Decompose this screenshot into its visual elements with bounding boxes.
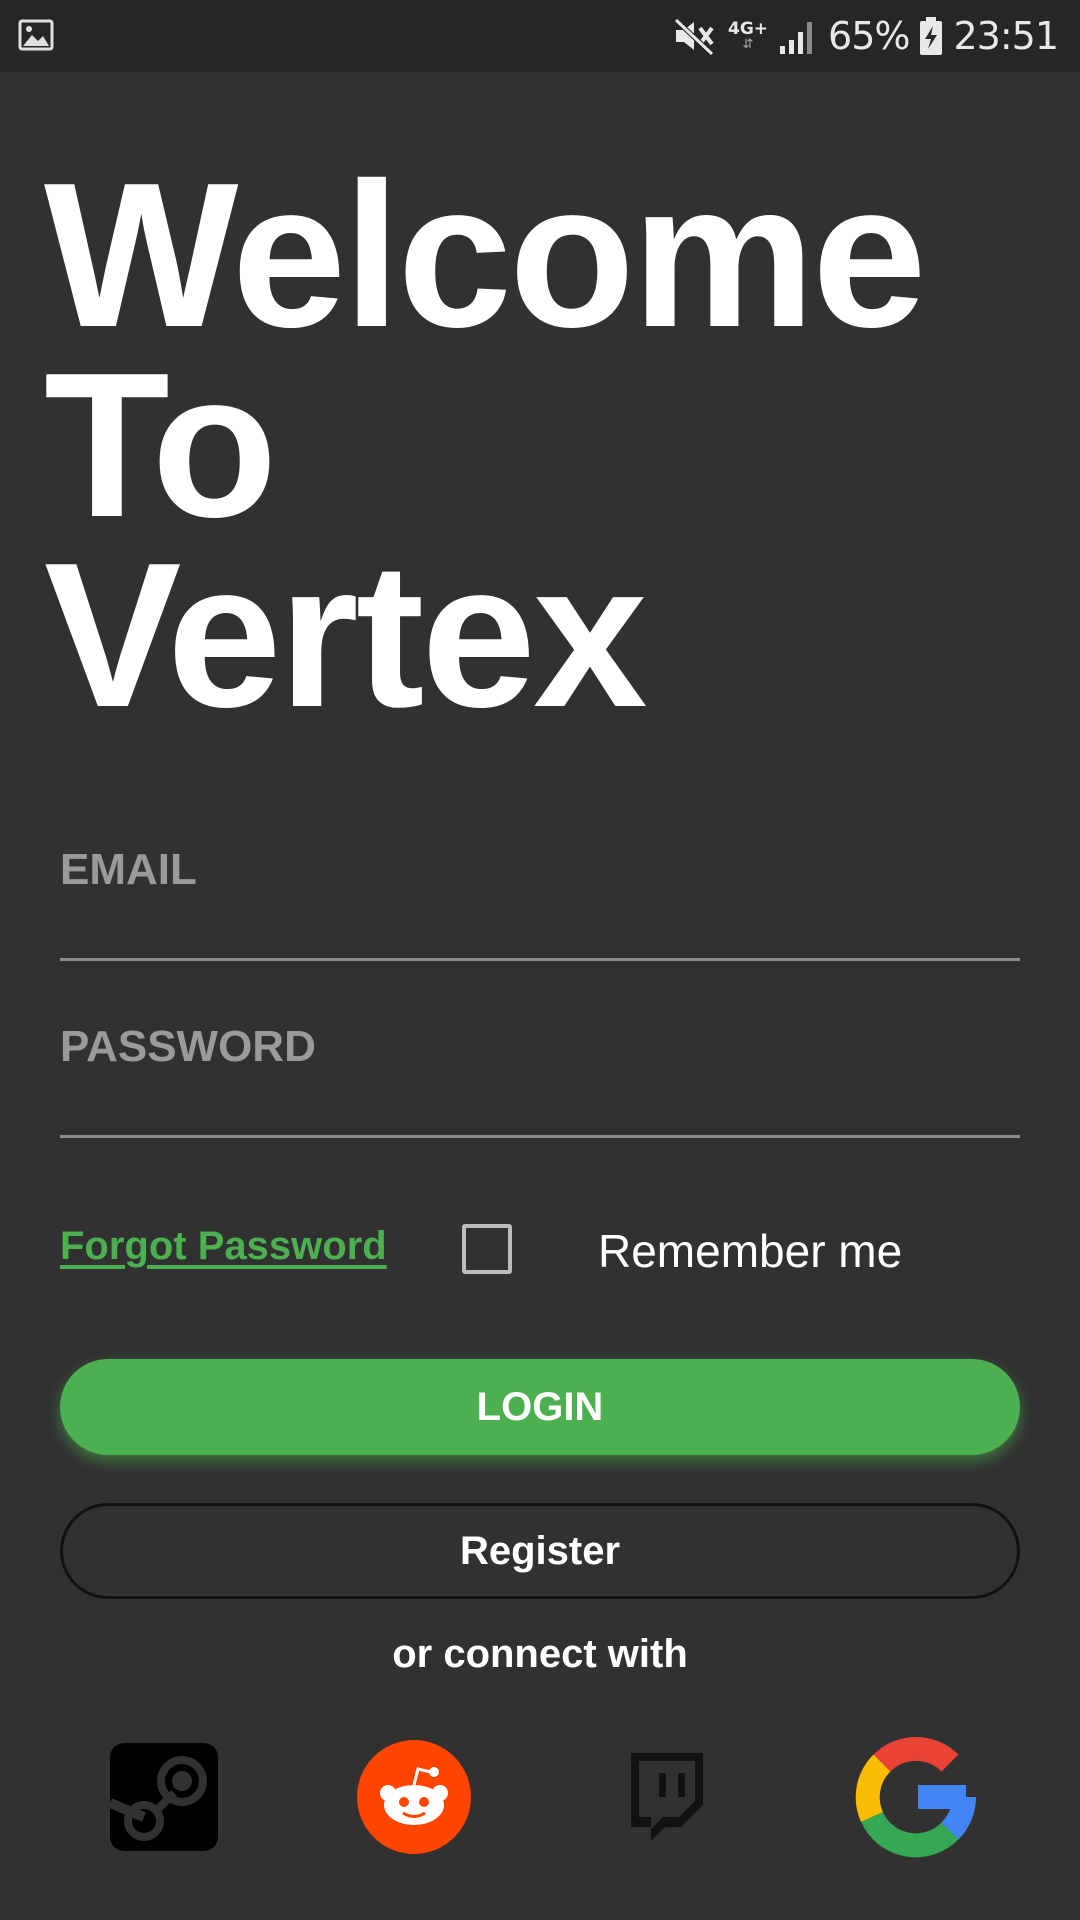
battery-percent: 65% xyxy=(828,14,910,58)
signal-icon xyxy=(780,22,813,54)
email-field[interactable] xyxy=(60,840,1020,900)
image-icon xyxy=(18,19,54,51)
password-field-container xyxy=(60,1017,1020,1138)
google-login-button[interactable] xyxy=(854,1735,978,1859)
register-button[interactable]: Register xyxy=(60,1503,1020,1599)
login-button[interactable]: LOGIN xyxy=(60,1359,1020,1455)
steam-icon xyxy=(108,1743,218,1851)
status-bar: 4G+ ⇵ 65% 23:51 xyxy=(0,0,1080,72)
remember-me-checkbox[interactable] xyxy=(462,1224,512,1274)
email-field-container xyxy=(60,840,1020,961)
mute-icon xyxy=(674,18,714,56)
twitch-icon xyxy=(631,1753,703,1841)
connect-with-heading: or connect with xyxy=(392,1632,688,1676)
steam-login-button[interactable] xyxy=(102,1735,226,1859)
clock: 23:51 xyxy=(953,14,1059,58)
reddit-icon xyxy=(357,1740,471,1854)
twitch-login-button[interactable] xyxy=(603,1735,727,1859)
welcome-line-1: Welcome xyxy=(44,140,927,370)
welcome-line-2: To xyxy=(44,330,277,560)
password-field[interactable] xyxy=(60,1017,1020,1077)
welcome-heading: Welcome To Vertex xyxy=(44,140,927,750)
reddit-login-button[interactable] xyxy=(352,1735,476,1859)
welcome-line-3: Vertex xyxy=(44,520,648,750)
battery-icon xyxy=(920,17,943,55)
network-type-indicator: 4G+ ⇵ xyxy=(727,19,769,52)
remember-me-label: Remember me xyxy=(598,1225,903,1277)
forgot-password-link[interactable]: Forgot Password xyxy=(60,1224,387,1269)
google-icon xyxy=(855,1736,977,1858)
